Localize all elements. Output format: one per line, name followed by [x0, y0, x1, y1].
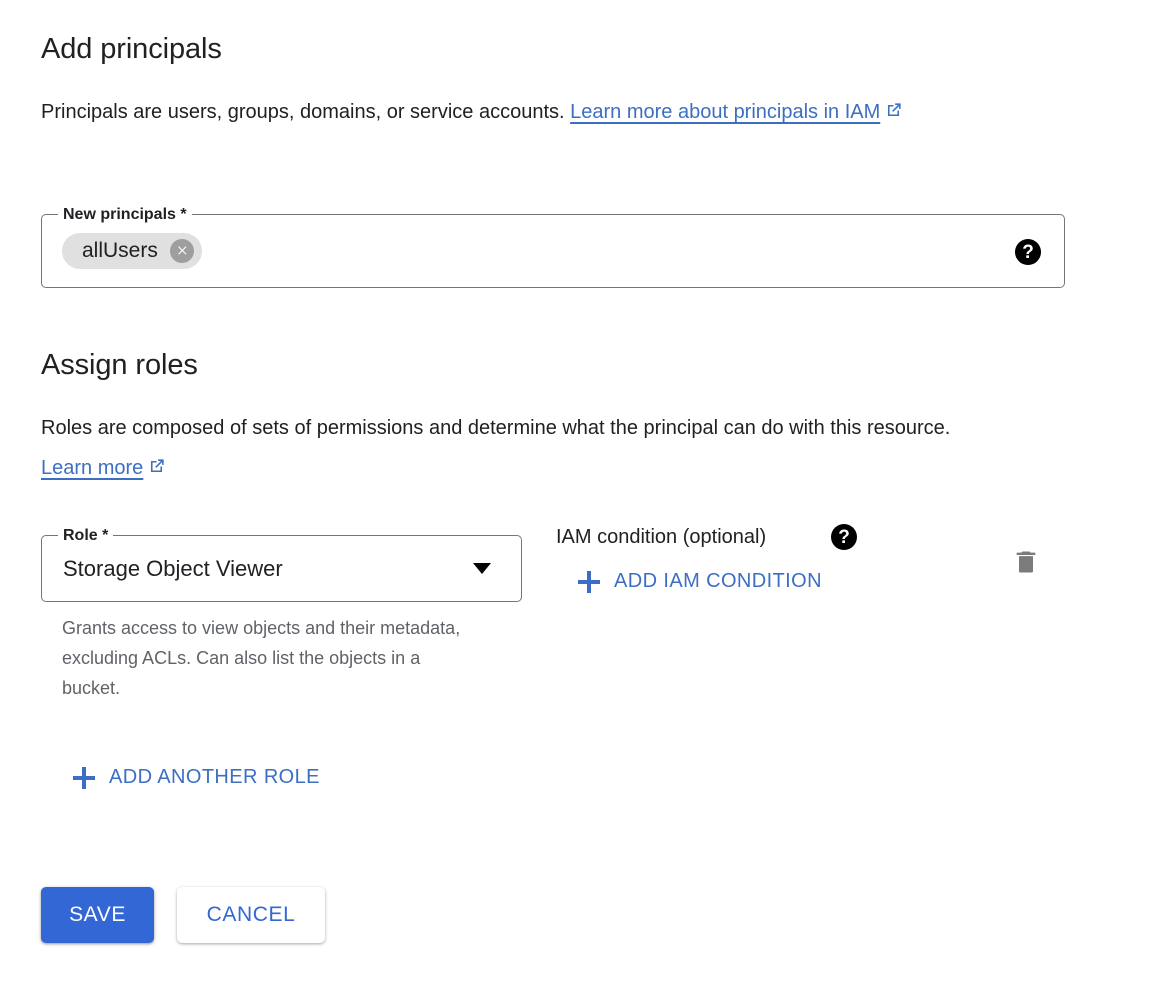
- chevron-down-icon[interactable]: [473, 563, 491, 574]
- new-principals-field[interactable]: New principals * allUsers ?: [41, 214, 1065, 288]
- add-principals-description-text: Principals are users, groups, domains, o…: [41, 101, 570, 123]
- principal-chip-allusers[interactable]: allUsers: [62, 233, 202, 269]
- role-label: Role *: [58, 526, 113, 546]
- new-principals-label: New principals *: [58, 205, 192, 225]
- add-principals-panel: Add principals Principals are users, gro…: [0, 0, 1168, 988]
- cancel-button[interactable]: CANCEL: [177, 887, 325, 943]
- learn-more-roles-link[interactable]: Learn more: [41, 457, 143, 479]
- assign-roles-title: Assign roles: [41, 349, 198, 382]
- add-another-role-button[interactable]: ADD ANOTHER ROLE: [73, 766, 320, 789]
- help-icon-glyph: ?: [838, 528, 850, 547]
- close-icon[interactable]: [170, 239, 194, 263]
- external-link-icon[interactable]: [884, 94, 903, 134]
- save-button[interactable]: SAVE: [41, 887, 154, 943]
- add-iam-condition-button[interactable]: ADD IAM CONDITION: [578, 570, 822, 593]
- assign-roles-description-text: Roles are composed of sets of permission…: [41, 417, 950, 439]
- role-select[interactable]: Role * Storage Object Viewer: [41, 535, 522, 602]
- add-principals-description: Principals are users, groups, domains, o…: [41, 92, 1071, 134]
- role-helper-text: Grants access to view objects and their …: [62, 613, 462, 703]
- iam-condition-caption: IAM condition (optional): [556, 526, 766, 549]
- learn-more-principals-link[interactable]: Learn more about principals in IAM: [570, 101, 880, 123]
- role-selected-value: Storage Object Viewer: [63, 556, 283, 582]
- assign-roles-description: Roles are composed of sets of permission…: [41, 408, 1041, 490]
- iam-condition-help-icon[interactable]: ?: [831, 524, 857, 550]
- add-iam-condition-label: ADD IAM CONDITION: [614, 570, 822, 593]
- add-another-role-label: ADD ANOTHER ROLE: [109, 766, 320, 789]
- help-icon-glyph: ?: [1022, 243, 1034, 262]
- page-title: Add principals: [41, 33, 222, 66]
- external-link-icon[interactable]: [147, 450, 166, 490]
- principal-chip-label: allUsers: [82, 239, 158, 263]
- plus-icon: [73, 767, 95, 789]
- trash-icon[interactable]: [1012, 546, 1040, 578]
- new-principals-help-icon[interactable]: ?: [1015, 239, 1041, 265]
- plus-icon: [578, 571, 600, 593]
